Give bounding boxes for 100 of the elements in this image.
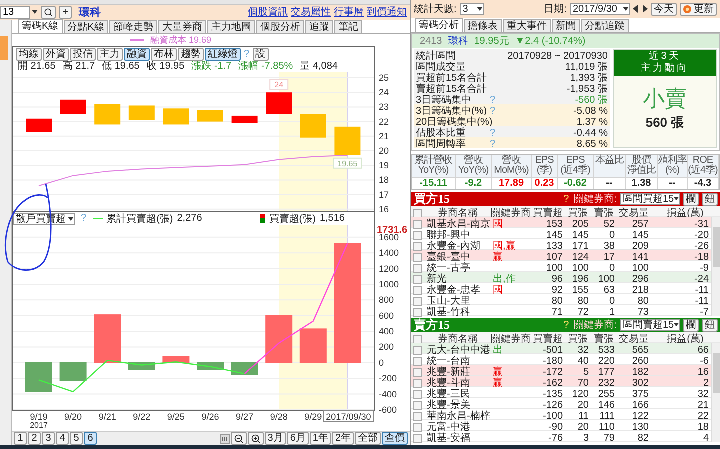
table-cell-text: -9 [699,262,710,274]
broker-name: 統一-台南 [426,354,472,367]
key-broker-label: 關鍵券商: [574,192,617,206]
table-cell-text: 302 [631,378,650,388]
table-cell-text: 70 [576,378,590,388]
key-broker-tag: 出,作 [491,272,531,286]
column-header: 買張 [567,207,589,220]
table-cell-text: -11 [694,284,710,296]
column-header: 買賣超 [532,206,564,220]
metric-header: 本益比 [595,156,624,166]
table-cell-text: 375 [631,388,650,400]
table-cell-text: 0 [608,296,616,306]
table-cell-text: 257 [631,218,650,230]
date-label: 日期: [544,2,567,16]
table-cell-text: -20 [694,230,710,240]
table-cell-text: 166 [631,400,650,410]
legend-value: 2,276 [177,213,202,224]
stat-value: -5.08 % [572,106,608,116]
table-cell-text: 122 [631,410,650,422]
year-label: 2017 [30,421,48,430]
axis-label: 9/28 [270,412,288,422]
axis-label: 1600 [379,232,400,242]
quote-value: 低 19.65 [102,60,140,73]
metric-value: 17.89 [492,177,532,189]
axis-label: 1400 [379,248,400,258]
table-cell-text: 32 [696,388,710,400]
table-cell-text: -501 [542,344,564,356]
table-cell-text: 72 [576,306,590,318]
axis-label: 9/19 [30,412,48,422]
table-cell-text: 82 [636,432,650,444]
axis-label: 21 [379,131,390,142]
table-cell-text: 209 [631,240,650,252]
table-cell-text: 171 [571,240,590,252]
axis-label: 9/21 [98,412,116,422]
table-cell-text: -26 [694,240,710,252]
table-cell-text: 145 [545,230,564,240]
section-title: 買方15 [414,190,450,208]
axis-label: 22 [379,116,390,127]
metric-header: (%) [665,166,680,176]
column-header: 關鍵券商 [491,206,531,219]
metric-header: (近4季) [560,166,590,176]
axis-label: 20 [379,146,390,156]
broker-name: 兆豐-斗南 [426,376,472,389]
metric-value: -4.3 [688,177,719,189]
table-cell-text: 2 [702,378,710,388]
axis-label: 9/22 [133,412,151,422]
table-cell-text: 100 [571,262,590,274]
table-cell-text: 107 [545,252,564,262]
broker-name: 華南永昌-楠梓 [426,410,491,422]
metric-header: 股價 [632,156,651,166]
broker-name: 永豐金-忠孝 [426,284,482,296]
table-cell-text: 21 [696,400,710,410]
stat-label: 區間周轉率 [416,138,467,151]
table-cell-text: 22 [696,410,710,422]
stat-value: -0.44 % [572,128,608,138]
table-cell-text: 73 [636,306,650,318]
stat-value: 11,019 張 [564,61,608,73]
section-title: 賣方15 [414,316,450,334]
table-cell-text: 196 [571,274,590,284]
metric-header: (近4季) [688,166,718,176]
trend-title: 主力動向 [641,63,689,75]
trend-amount: 560 張 [646,114,684,132]
table-cell-text: -126 [542,400,564,410]
table-cell-text: 4 [702,432,710,444]
table-cell-text: -6 [699,356,710,366]
metric-header: EPS [566,156,585,166]
column-header: 賣張 [593,332,615,346]
stat-value: 1.37 % [576,116,608,128]
axis-label: -200 [379,374,398,384]
stat-label: 3日籌碼集中 [416,94,472,106]
broker-name: 凱基-安福 [426,432,472,445]
table-cell-text: -172 [542,366,564,378]
stat-label: 賣超前15名合計 [416,82,488,95]
table-cell-text: 38 [602,240,616,252]
legend-value: 1,516 [320,213,345,224]
table-cell-text: 3 [582,432,590,444]
metric-header: 殖利率 [658,156,687,166]
table-cell-text: 100 [545,262,564,274]
table-cell-text: 20 [576,400,590,410]
table-cell-text: 100 [597,274,616,284]
metric-header: MoM(%) [494,166,529,176]
table-cell-text: 100 [631,262,650,274]
axis-label: 17 [379,190,390,200]
table-cell-text: -24 [694,274,710,284]
table-cell-text: -7 [699,306,710,318]
metric-header: 營收 [502,156,521,166]
table-cell-text: 153 [545,218,564,230]
key-broker-tag: 國 [491,217,531,231]
table-cell-text: 146 [597,400,616,410]
table-cell-text: -90 [548,422,564,432]
table-cell-text: -162 [542,378,564,388]
axis-label: 9/27 [236,412,254,422]
days-label: 統計天數: [414,2,457,16]
legend-label: 融資成本 19.69 [150,34,212,46]
metric-value: -- [594,177,626,189]
trend-verdict: 小賣 [643,85,687,113]
key-broker-label: 關鍵券商: [574,318,617,332]
table-cell-text: 1 [608,306,616,318]
table-cell-text: 80 [550,296,564,306]
table-cell-text: 205 [571,218,590,230]
